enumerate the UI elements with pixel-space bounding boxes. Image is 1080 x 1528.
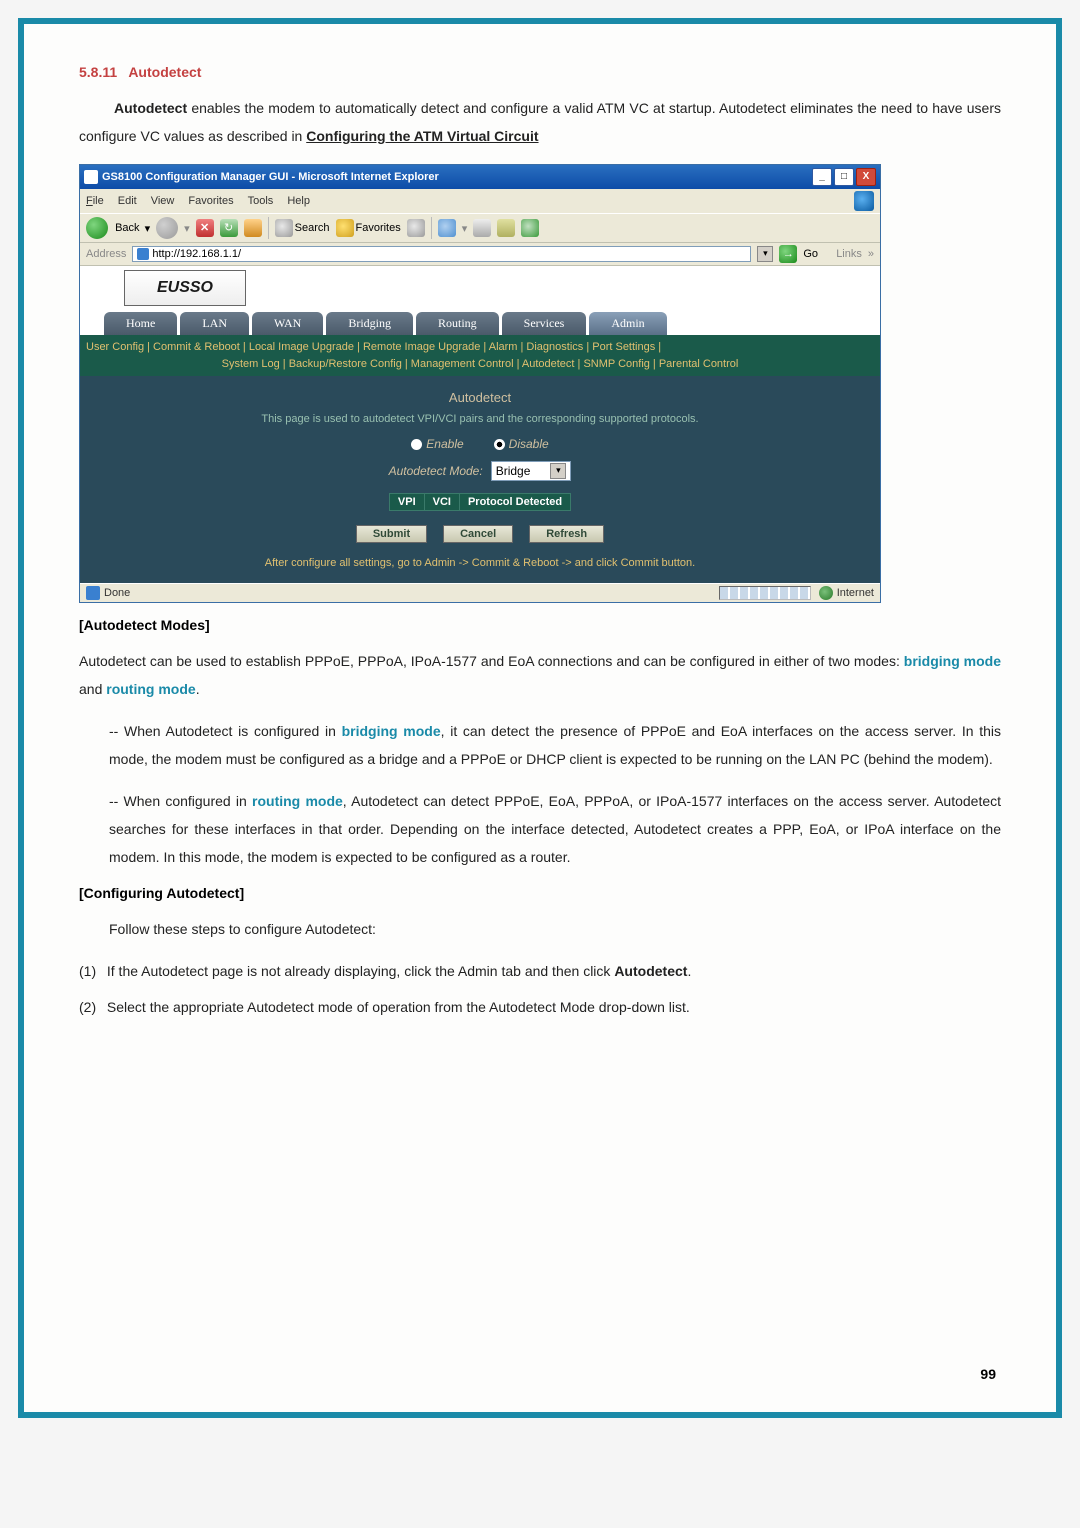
messenger-button[interactable] bbox=[521, 219, 539, 237]
zone-text: Internet bbox=[837, 587, 874, 599]
th-vpi: VPI bbox=[389, 494, 424, 511]
history-button[interactable] bbox=[407, 219, 425, 237]
disable-radio[interactable]: Disable bbox=[494, 437, 549, 451]
radio-icon bbox=[411, 439, 422, 450]
bridging-term: bridging mode bbox=[904, 653, 1001, 669]
links-label[interactable]: Links bbox=[836, 248, 862, 260]
routing-term: routing mode bbox=[106, 681, 195, 697]
bridging-term-2: bridging mode bbox=[342, 723, 441, 739]
section-title: Autodetect bbox=[128, 64, 201, 80]
eusso-logo: EUSSO bbox=[124, 270, 246, 306]
forward-button[interactable] bbox=[156, 217, 178, 239]
chevron-down-icon: ▾ bbox=[550, 463, 566, 479]
admin-subnav: User Config | Commit & Reboot | Local Im… bbox=[80, 335, 880, 376]
config-intro: Follow these steps to configure Autodete… bbox=[109, 915, 1001, 943]
admin-panel: User Config | Commit & Reboot | Local Im… bbox=[80, 335, 880, 583]
mode-label: Autodetect Mode: bbox=[389, 464, 483, 478]
back-button[interactable]: Back ▾ bbox=[86, 217, 150, 239]
mode-select[interactable]: Bridge ▾ bbox=[491, 461, 572, 481]
tab-wan[interactable]: WAN bbox=[252, 312, 323, 335]
intro-term: Autodetect bbox=[114, 100, 187, 116]
config-heading: [Configuring Autodetect] bbox=[79, 885, 1001, 901]
th-vci: VCI bbox=[424, 494, 459, 511]
home-button[interactable] bbox=[244, 219, 262, 237]
tab-lan[interactable]: LAN bbox=[180, 312, 249, 335]
nav-tabs: Home LAN WAN Bridging Routing Services A… bbox=[80, 306, 880, 335]
ie-window: GS8100 Configuration Manager GUI - Micro… bbox=[79, 164, 881, 603]
radio-icon bbox=[494, 439, 505, 450]
star-icon bbox=[336, 219, 354, 237]
menu-help[interactable]: Help bbox=[287, 195, 310, 207]
tab-routing[interactable]: Routing bbox=[416, 312, 499, 335]
address-label: Address bbox=[86, 248, 126, 260]
refresh-button[interactable]: ↻ bbox=[220, 219, 238, 237]
protocol-table: VPI VCI Protocol Detected bbox=[389, 493, 571, 511]
address-input[interactable]: http://192.168.1.1/ bbox=[132, 246, 751, 262]
internet-zone-icon bbox=[819, 586, 833, 600]
tab-home[interactable]: Home bbox=[104, 312, 177, 335]
menu-view[interactable]: View bbox=[151, 195, 175, 207]
ie-toolbar: Back ▾ ▾ ✕ ↻ Search Favorites ▾ bbox=[80, 213, 880, 243]
ie-titlebar: GS8100 Configuration Manager GUI - Micro… bbox=[80, 165, 880, 189]
bridge-mode-para: -- When Autodetect is configured in brid… bbox=[109, 717, 1001, 773]
favorites-button[interactable]: Favorites bbox=[336, 219, 401, 237]
intro-link: Configuring the ATM Virtual Circuit bbox=[306, 128, 538, 144]
ie-addressbar: Address http://192.168.1.1/ ▾ → Go Links… bbox=[80, 243, 880, 266]
close-button[interactable]: X bbox=[856, 168, 876, 186]
enable-radio[interactable]: Enable bbox=[411, 437, 463, 451]
intro-paragraph: Autodetect enables the modem to automati… bbox=[79, 94, 1001, 150]
ie-page-icon bbox=[84, 170, 98, 184]
cancel-button[interactable]: Cancel bbox=[443, 525, 513, 543]
tab-bridging[interactable]: Bridging bbox=[326, 312, 413, 335]
panel-note: This page is used to autodetect VPI/VCI … bbox=[80, 413, 880, 425]
menu-file[interactable]: File bbox=[86, 195, 104, 207]
search-icon bbox=[275, 219, 293, 237]
ie-menubar: File Edit View Favorites Tools Help bbox=[80, 189, 880, 213]
media-button[interactable] bbox=[438, 219, 456, 237]
maximize-button[interactable]: □ bbox=[834, 168, 854, 186]
print-button[interactable] bbox=[473, 219, 491, 237]
window-title: GS8100 Configuration Manager GUI - Micro… bbox=[102, 171, 439, 183]
minimize-button[interactable]: _ bbox=[812, 168, 832, 186]
address-dropdown[interactable]: ▾ bbox=[757, 246, 773, 262]
panel-title: Autodetect bbox=[80, 390, 880, 405]
status-text: Done bbox=[104, 587, 130, 599]
modes-heading: [Autodetect Modes] bbox=[79, 617, 1001, 633]
search-button[interactable]: Search bbox=[275, 219, 330, 237]
tab-services[interactable]: Services bbox=[502, 312, 587, 335]
ie-statusbar: Done Internet bbox=[80, 583, 880, 602]
status-page-icon bbox=[86, 586, 100, 600]
section-number: 5.8.11 bbox=[79, 64, 117, 80]
menu-edit[interactable]: Edit bbox=[118, 195, 137, 207]
back-icon bbox=[86, 217, 108, 239]
progress-bar bbox=[719, 586, 811, 600]
ie-logo-icon bbox=[854, 191, 874, 211]
page-number: 99 bbox=[980, 1366, 996, 1382]
menu-favorites[interactable]: Favorites bbox=[188, 195, 233, 207]
stop-button[interactable]: ✕ bbox=[196, 219, 214, 237]
step-1: (1) If the Autodetect page is not alread… bbox=[79, 957, 1001, 985]
tab-admin[interactable]: Admin bbox=[589, 312, 666, 335]
modes-para: Autodetect can be used to establish PPPo… bbox=[79, 647, 1001, 703]
mail-button[interactable] bbox=[497, 219, 515, 237]
menu-tools[interactable]: Tools bbox=[248, 195, 274, 207]
route-mode-para: -- When configured in routing mode, Auto… bbox=[109, 787, 1001, 871]
refresh-page-button[interactable]: Refresh bbox=[529, 525, 604, 543]
th-protocol: Protocol Detected bbox=[459, 494, 570, 511]
routing-term-2: routing mode bbox=[252, 793, 343, 809]
go-button[interactable]: → bbox=[779, 245, 797, 263]
submit-button[interactable]: Submit bbox=[356, 525, 427, 543]
commit-note: After configure all settings, go to Admi… bbox=[80, 557, 880, 569]
step-2: (2) Select the appropriate Autodetect mo… bbox=[79, 993, 1001, 1021]
page-icon bbox=[137, 248, 149, 260]
